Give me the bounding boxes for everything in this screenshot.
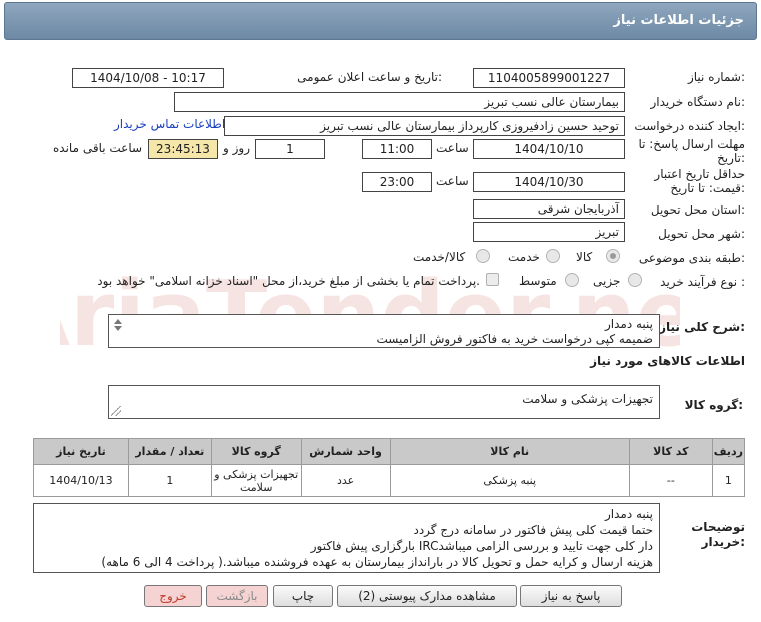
validity-time-field: 23:00 — [362, 172, 432, 192]
buyer-org-label: نام دستگاه خریدار: — [650, 95, 746, 109]
creator-field: توحید حسین زادفیروزی کارپرداز بیمارستان … — [224, 116, 625, 136]
general-desc-label: شرح کلی نیاز: — [659, 320, 745, 334]
category-option-goods: کالا — [576, 250, 593, 264]
resize-grip-icon[interactable] — [111, 406, 121, 416]
buyer-notes-label: توضیحات خریدار: — [691, 520, 745, 549]
announce-field: 1404/10/08 - 10:17 — [72, 68, 224, 88]
table-row: 1404/10/13 1 تجهیزات پزشکی و سلامت عدد پ… — [33, 464, 746, 497]
reply-time-field: 11:00 — [362, 139, 432, 159]
category-radio-goods-service[interactable] — [476, 249, 490, 263]
province-field: آذربایجان شرقی — [473, 199, 625, 219]
payment-note: پرداخت تمام یا بخشی از مبلغ خرید،از محل … — [97, 274, 480, 288]
general-desc-line-2: ضمیمه کپی درخواست خرید به فاکتور فروش ال… — [376, 332, 653, 346]
remaining-time-field: 23:45:13 — [148, 139, 218, 159]
scroll-spinner-icon[interactable] — [111, 317, 124, 337]
province-label: استان محل تحویل: — [650, 203, 745, 217]
cell-group: تجهیزات پزشکی و سلامت — [210, 464, 302, 497]
goods-group-textarea[interactable]: تجهیزات پزشکی و سلامت — [108, 385, 660, 419]
process-label: نوع فرآیند خرید : — [660, 275, 745, 289]
view-attachments-button[interactable]: مشاهده مدارک پیوستی (2) — [337, 585, 517, 607]
process-radio-medium[interactable] — [565, 273, 579, 287]
col-code: کد کالا — [628, 438, 713, 465]
days-label: روز و — [223, 141, 250, 155]
buyer-note-line-2: حتما قیمت کلی پیش فاکتور در سامانه درج گ… — [413, 523, 653, 537]
goods-group-value: تجهیزات پزشکی و سلامت — [522, 392, 653, 406]
col-group: گروه کالا — [210, 438, 302, 465]
process-option-medium: متوسط — [519, 274, 557, 288]
cell-name: پنبه پزشکی — [389, 464, 630, 497]
title-bar: جزئیات اطلاعات نیاز — [4, 2, 757, 40]
city-label: شهر محل تحویل: — [658, 227, 745, 241]
reply-time-label: ساعت — [436, 141, 469, 155]
cell-need-date: 1404/10/13 — [33, 464, 129, 497]
creator-label: ایجاد کننده درخواست: — [634, 119, 745, 133]
general-desc-line-1: پنبه دمدار — [604, 317, 653, 331]
goods-table: تاریخ نیاز تعداد / مقدار گروه کالا واحد … — [33, 438, 746, 497]
category-label: طبقه بندی موضوعی: — [638, 251, 745, 265]
buyer-note-line-4: هزینه ارسال و کرایه حمل و تحویل کالا در … — [101, 555, 653, 569]
validity-label: حداقل تاریخ اعتبار قیمت: تا تاریخ: — [654, 167, 745, 195]
col-name: نام کالا — [389, 438, 630, 465]
cell-quantity: 1 — [127, 464, 212, 497]
validity-date-field: 1404/10/30 — [473, 172, 625, 192]
treasury-checkbox[interactable] — [486, 273, 499, 286]
cell-row: 1 — [711, 464, 746, 497]
general-desc-textarea[interactable]: پنبه دمدار ضمیمه کپی درخواست خرید به فاک… — [108, 314, 660, 348]
announce-label: تاریخ و ساعت اعلان عمومی: — [297, 70, 442, 84]
col-row: ردیف — [711, 438, 746, 465]
cell-code: -- — [628, 464, 713, 497]
need-number-label: شماره نیاز: — [687, 70, 745, 84]
col-quantity: تعداد / مقدار — [127, 438, 212, 465]
process-option-minor: جزیی — [593, 274, 621, 288]
buyer-note-line-3: بارگزاری پیش فاکتور IRCدار کلی جهت تایید… — [310, 539, 653, 553]
goods-group-label: گروه کالا: — [684, 398, 743, 412]
remaining-label: ساعت باقی مانده — [53, 141, 143, 155]
validity-time-label: ساعت — [436, 174, 469, 188]
back-button[interactable]: بازگشت — [206, 585, 268, 607]
category-radio-goods[interactable] — [606, 249, 620, 263]
print-button[interactable]: چاپ — [273, 585, 333, 607]
contact-info-link[interactable]: اطلاعات تماس خریدار — [114, 117, 225, 131]
reply-button[interactable]: پاسخ به نیاز — [520, 585, 622, 607]
page-title: جزئیات اطلاعات نیاز — [613, 13, 744, 28]
city-field: تبریز — [473, 222, 625, 242]
category-option-goods-service: کالا/خدمت — [413, 250, 466, 264]
watermark-logo: AriaTender.net — [60, 262, 680, 367]
buyer-note-line-1: پنبه دمدار — [604, 507, 653, 521]
table-header-row: تاریخ نیاز تعداد / مقدار گروه کالا واحد … — [33, 438, 746, 465]
need-number-field: 1104005899001227 — [473, 68, 625, 88]
reply-date-field: 1404/10/10 — [473, 139, 625, 159]
process-radio-minor[interactable] — [628, 273, 642, 287]
col-need-date: تاریخ نیاز — [33, 438, 129, 465]
col-unit: واحد شمارش — [300, 438, 391, 465]
category-radio-service[interactable] — [546, 249, 560, 263]
days-field: 1 — [255, 139, 325, 159]
cell-unit: عدد — [300, 464, 391, 497]
category-option-service: خدمت — [508, 250, 540, 264]
reply-deadline-label: مهلت ارسال پاسخ: تا تاریخ: — [638, 137, 745, 165]
exit-button[interactable]: خروج — [144, 585, 202, 607]
buyer-org-field: بیمارستان عالی نسب تبریز — [174, 92, 625, 112]
goods-info-title: اطلاعات کالاهای مورد نیاز — [590, 354, 745, 368]
buyer-notes-textarea[interactable]: پنبه دمدار حتما قیمت کلی پیش فاکتور در س… — [33, 503, 660, 573]
